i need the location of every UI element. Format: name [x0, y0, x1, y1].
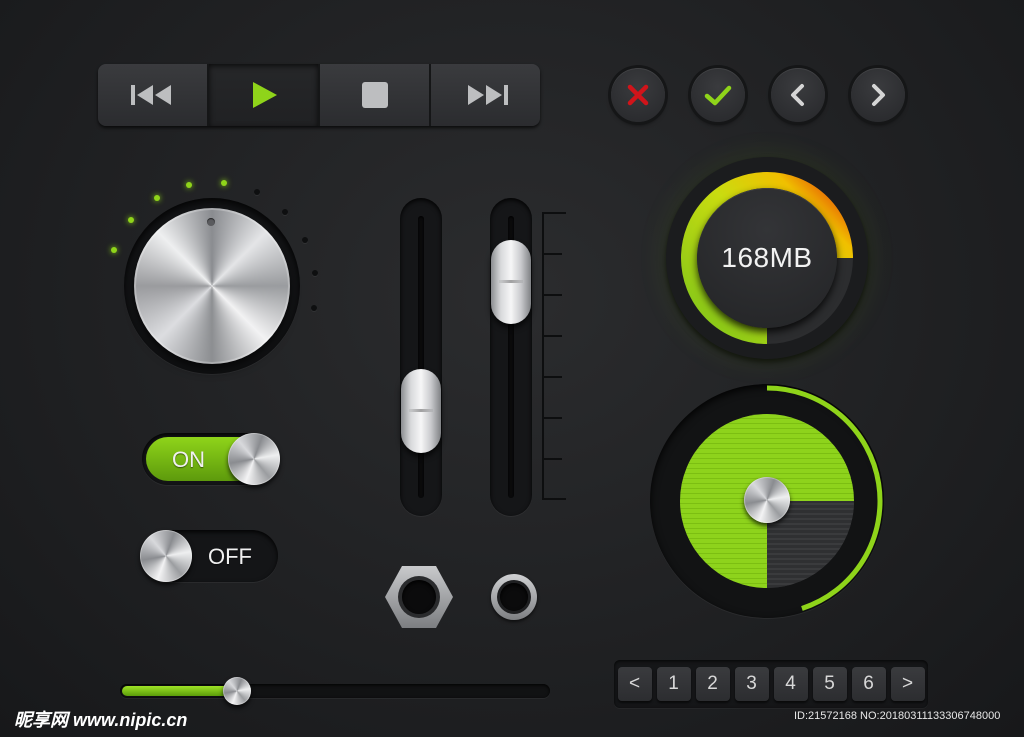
knob-level-led	[220, 179, 227, 186]
play-icon	[252, 82, 277, 108]
skip-forward-button[interactable]	[431, 64, 540, 126]
vertical-slider-2[interactable]	[490, 198, 532, 516]
page-prev-button[interactable]: <	[617, 667, 652, 701]
vertical-slider-2-handle[interactable]	[491, 240, 531, 325]
toggle-on-thumb[interactable]	[228, 433, 280, 485]
pagination: < 1 2 3 4 5 6 >	[614, 660, 928, 708]
watermark-left: 昵享网 www.nipic.cn	[14, 710, 188, 730]
watermark-right: ID:21572168 NO:20180311133306748000	[794, 710, 1001, 722]
skip-forward-icon	[467, 85, 508, 105]
check-icon	[704, 85, 732, 106]
knob-level-led	[128, 217, 135, 224]
knob-level-led	[186, 181, 193, 188]
vertical-slider-1-handle[interactable]	[401, 368, 441, 453]
skip-back-icon	[130, 85, 171, 105]
page-button-2[interactable]: 2	[695, 667, 730, 701]
knob-level-led	[282, 209, 289, 216]
knob-level-led	[111, 247, 118, 254]
page-next-button[interactable]: >	[890, 667, 925, 701]
hex-jack-hole	[402, 580, 436, 614]
page-button-5[interactable]: 5	[812, 667, 847, 701]
close-icon	[627, 84, 649, 106]
page-button-6[interactable]: 6	[851, 667, 886, 701]
stop-icon	[361, 82, 388, 108]
knob-level-led	[154, 194, 161, 201]
knob-level-led	[312, 270, 319, 277]
toggle-off-label: OFF	[208, 544, 252, 569]
cancel-button[interactable]	[611, 68, 665, 122]
toggle-off[interactable]: OFF	[140, 530, 278, 582]
next-button[interactable]	[851, 68, 905, 122]
knob-indicator-dot	[207, 218, 215, 226]
knob-level-led	[302, 237, 309, 244]
toggle-on-label: ON	[172, 447, 205, 472]
radar-hub[interactable]	[744, 477, 790, 523]
page-button-4[interactable]: 4	[773, 667, 808, 701]
vertical-slider-1[interactable]	[400, 198, 442, 516]
ring-jack-hole	[500, 583, 528, 611]
confirm-button[interactable]	[691, 68, 745, 122]
transport-bar	[98, 64, 540, 126]
previous-button[interactable]	[771, 68, 825, 122]
play-button[interactable]	[209, 64, 320, 126]
knob-level-led	[253, 189, 260, 196]
chevron-right-icon	[872, 84, 885, 106]
gauge-center: 168MB	[697, 188, 837, 328]
page-button-3[interactable]: 3	[734, 667, 769, 701]
volume-knob[interactable]	[134, 208, 290, 364]
stop-button[interactable]	[320, 64, 431, 126]
horizontal-slider-fill	[122, 686, 238, 696]
skip-back-button[interactable]	[98, 64, 209, 126]
gauge-value: 168MB	[721, 242, 813, 273]
chevron-left-icon	[791, 84, 804, 106]
horizontal-slider-thumb[interactable]	[223, 677, 252, 705]
vertical-slider-1-groove	[418, 216, 424, 498]
slider-scale	[542, 212, 568, 500]
toggle-on[interactable]: ON	[142, 433, 280, 485]
toggle-off-thumb[interactable]	[140, 530, 192, 582]
knob-level-led	[310, 304, 317, 311]
page-button-1[interactable]: 1	[656, 667, 691, 701]
